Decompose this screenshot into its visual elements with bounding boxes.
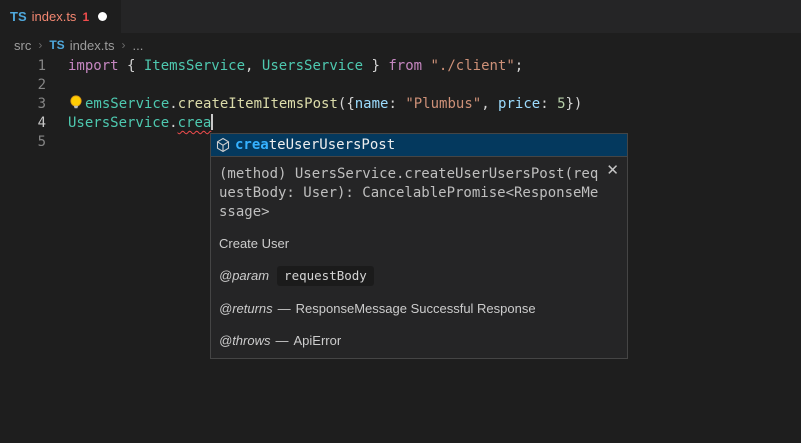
breadcrumb-symbol-ellipsis[interactable]: ...	[133, 38, 144, 53]
tab-index-ts[interactable]: TS index.ts 1	[0, 0, 121, 33]
tab-bar: TS index.ts 1	[0, 0, 801, 33]
code-token-error: crea	[178, 115, 212, 131]
jsdoc-returns-tag: @returns	[219, 300, 273, 318]
code-line-2[interactable]: 2	[0, 76, 801, 95]
line-number: 2	[0, 76, 46, 95]
code-token: {	[127, 58, 144, 74]
typescript-file-icon: TS	[49, 38, 64, 52]
chevron-right-icon: ›	[38, 38, 42, 52]
code-token: UsersService	[68, 115, 169, 131]
code-token: import	[68, 58, 127, 74]
close-icon[interactable]: ✕	[606, 163, 619, 178]
line-number: 3	[0, 95, 46, 114]
text-cursor	[211, 114, 213, 130]
tab-problem-count-badge: 1	[82, 10, 89, 24]
breadcrumb-folder[interactable]: src	[14, 38, 31, 53]
code-line-4[interactable]: 4 UsersService.crea	[0, 114, 801, 133]
code-text: import { ItemsService, UsersService } fr…	[46, 57, 523, 76]
code-token: })	[566, 96, 583, 112]
line-number: 1	[0, 57, 46, 76]
jsdoc-throws-text: ApiError	[294, 332, 342, 350]
jsdoc-throws-line: @throws — ApiError	[219, 332, 619, 350]
jsdoc-returns-text: ResponseMessage Successful Response	[296, 300, 536, 318]
line-number-active: 4	[0, 114, 46, 133]
chevron-right-icon: ›	[122, 38, 126, 52]
suggest-docs-panel: ✕ (method) UsersService.createUserUsersP…	[211, 156, 627, 358]
code-token: 5	[557, 96, 565, 112]
suggestion-signature: (method) UsersService.createUserUsersPos…	[219, 165, 601, 222]
code-token: from	[388, 58, 430, 74]
code-text: UsersService.crea	[46, 114, 213, 133]
jsdoc-param-tag: @param	[219, 267, 269, 285]
code-token: createItemItemsPost	[178, 96, 338, 112]
jsdoc-param-name: requestBody	[277, 266, 374, 286]
suggestion-match-text: crea	[235, 137, 269, 153]
lightbulb-icon[interactable]	[68, 95, 85, 110]
em-dash: —	[276, 332, 289, 350]
breadcrumb: src › TS index.ts › ...	[14, 35, 143, 55]
code-token: }	[363, 58, 388, 74]
code-token: name	[355, 96, 389, 112]
code-token: :	[388, 96, 405, 112]
code-text: emsService.createItemItemsPost({name: "P…	[46, 95, 582, 114]
code-line-3[interactable]: 3 emsService.createItemItemsPost({name: …	[0, 95, 801, 114]
code-token: ({	[338, 96, 355, 112]
code-text	[46, 133, 68, 152]
code-token: ;	[515, 58, 523, 74]
code-token: "Plumbus"	[405, 96, 481, 112]
code-token: UsersService	[262, 58, 363, 74]
tab-filename: index.ts	[32, 9, 77, 24]
jsdoc-param-line: @param requestBody	[219, 266, 619, 286]
code-token: "./client"	[431, 58, 515, 74]
code-text	[46, 76, 68, 95]
suggest-widget: createUserUsersPost ✕ (method) UsersServ…	[210, 133, 628, 359]
jsdoc-throws-tag: @throws	[219, 332, 271, 350]
code-token: emsService	[85, 96, 169, 112]
code-token: ,	[481, 96, 498, 112]
suggestion-rest-text: teUserUsersPost	[269, 137, 395, 153]
code-token: ItemsService	[144, 58, 245, 74]
line-number: 5	[0, 133, 46, 152]
breadcrumb-file[interactable]: index.ts	[70, 38, 115, 53]
code-token: ,	[245, 58, 262, 74]
jsdoc-returns-line: @returns — ResponseMessage Successful Re…	[219, 300, 619, 318]
code-token: .	[169, 115, 177, 131]
code-token: .	[169, 96, 177, 112]
suggestion-summary: Create User	[219, 235, 619, 252]
code-line-1[interactable]: 1 import { ItemsService, UsersService } …	[0, 57, 801, 76]
symbol-method-icon	[215, 137, 231, 153]
vscode-window: TS index.ts 1 src › TS index.ts › ... 1 …	[0, 0, 801, 443]
suggestion-item-createUserUsersPost[interactable]: createUserUsersPost	[211, 134, 627, 156]
em-dash: —	[278, 300, 291, 318]
typescript-file-icon: TS	[10, 9, 27, 24]
code-token: :	[540, 96, 557, 112]
modified-dot-icon[interactable]	[98, 12, 107, 21]
code-token: price	[498, 96, 540, 112]
